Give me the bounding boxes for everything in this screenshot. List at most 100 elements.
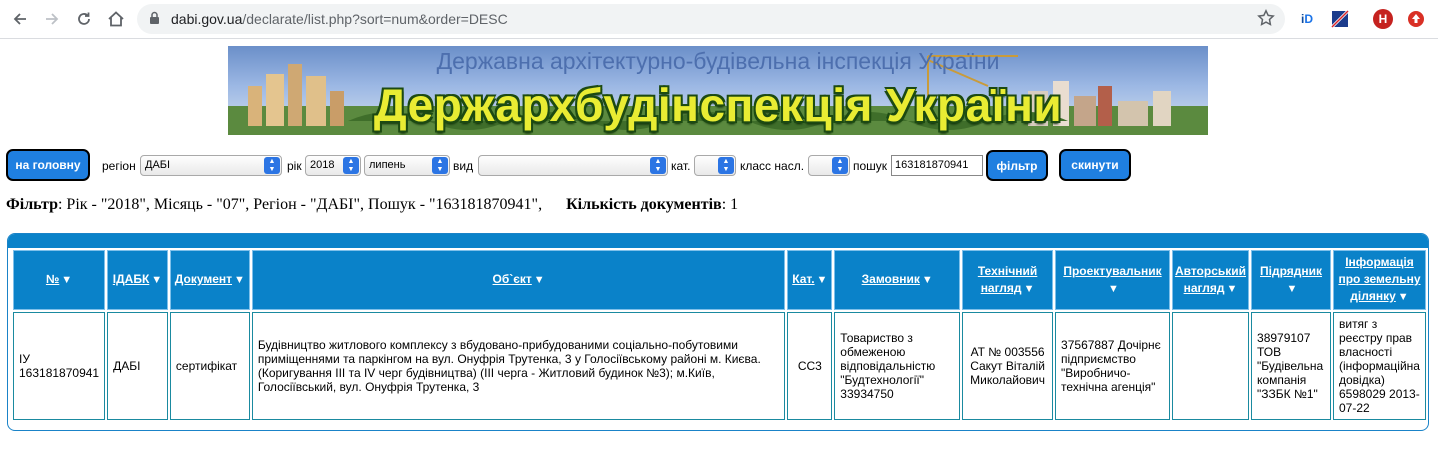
- results-table-container: № ▼ ІДАБК ▼ Документ ▼ Об`єкт ▼ Кат. ▼ Замовн…: [7, 233, 1429, 431]
- table-top-bar: [8, 234, 1428, 248]
- column-header-tech-supervision[interactable]: Технічний нагляд ▼: [962, 250, 1054, 310]
- sort-arrow-icon: ▼: [1108, 282, 1119, 295]
- column-header-customer[interactable]: Замовник ▼: [834, 250, 961, 310]
- arrow-right-icon: [46, 13, 59, 25]
- url-host: dabi.gov.ua: [171, 11, 243, 27]
- header-label: нагляд: [1183, 280, 1225, 295]
- region-select[interactable]: ДАБІ ▲ ▼: [140, 155, 282, 176]
- sort-arrow-icon: ▼: [1286, 282, 1298, 295]
- header-label: Інформація: [1345, 255, 1414, 269]
- select-arrow-icon: ▲ ▼: [432, 157, 448, 174]
- address-bar[interactable]: dabi.gov.ua/declarate/list.php?sort=num&…: [137, 4, 1285, 34]
- extension-upload-icon[interactable]: [1406, 9, 1426, 29]
- header-label: Документ: [174, 272, 233, 286]
- cell-author-supervision: [1171, 312, 1250, 420]
- site-banner: Державна архітектурно-будівельна інспекц…: [228, 46, 1208, 135]
- month-select[interactable]: липень ▲ ▼: [364, 155, 450, 176]
- header-label: Кат.: [792, 272, 815, 286]
- column-header-document[interactable]: Документ ▼: [169, 250, 250, 310]
- banner-subtitle: Державна архітектурно-будівельна інспекц…: [436, 48, 1000, 74]
- reload-button[interactable]: [71, 6, 97, 32]
- search-label: пошук: [853, 159, 888, 173]
- select-arrow-icon: ▲ ▼: [264, 157, 280, 174]
- header-label: Авторський: [1174, 263, 1247, 278]
- home-button[interactable]: [103, 6, 129, 32]
- column-header-designer[interactable]: Проектувальник ▼: [1055, 250, 1170, 310]
- sort-arrow-icon: ▼: [533, 274, 545, 286]
- region-value: ДАБІ: [145, 159, 171, 171]
- sort-arrow-icon: ▼: [1397, 291, 1409, 303]
- cell-idabk: ДАБІ: [107, 312, 168, 420]
- class-label: класс насл.: [740, 159, 805, 173]
- banner-title: Держархбудінспекція України: [373, 79, 1063, 131]
- filter-button[interactable]: фільтр: [986, 150, 1048, 181]
- home-icon: [108, 11, 124, 27]
- select-arrow-icon: ▲ ▼: [718, 157, 734, 174]
- column-header-object[interactable]: Об`єкт ▼: [251, 250, 786, 310]
- cell-tech-supervision: АТ № 003556 Сакут Віталій Миколайович: [962, 312, 1054, 420]
- year-label: рік: [287, 159, 302, 173]
- extension-flag-icon[interactable]: [1330, 9, 1350, 29]
- filter-summary: Фільтр: Рік - "2018", Місяць - "07", Рег…: [6, 196, 738, 214]
- header-label: №: [45, 272, 60, 286]
- cell-category: СС3: [787, 312, 833, 420]
- cell-num: ІУ 163181870941: [13, 312, 106, 420]
- header-label: ІДАБК: [112, 272, 150, 286]
- type-label: вид: [453, 159, 474, 173]
- sort-arrow-icon: ▼: [921, 274, 933, 286]
- cell-land-info: витяг з реєстру прав власності (інформац…: [1332, 312, 1426, 420]
- class-select[interactable]: ▲ ▼: [808, 155, 850, 176]
- header-label: Технічний: [977, 263, 1038, 278]
- table-row: ІУ 163181870941 ДАБІ сертифікат Будівниц…: [13, 312, 1426, 420]
- select-arrow-icon: ▲ ▼: [832, 157, 848, 174]
- search-input[interactable]: 163181870941: [891, 155, 983, 176]
- back-button[interactable]: [7, 6, 33, 32]
- select-arrow-icon: ▲ ▼: [343, 157, 359, 174]
- home-page-button[interactable]: на головну: [6, 149, 90, 181]
- browser-toolbar: dabi.gov.ua/declarate/list.php?sort=num&…: [0, 0, 1438, 39]
- filter-summary-text: : Рік - "2018", Місяць - "07", Регіон - …: [57, 196, 543, 213]
- document-count-value: : 1: [721, 196, 739, 213]
- category-select[interactable]: ▲ ▼: [694, 155, 736, 176]
- sort-arrow-icon: ▼: [816, 274, 828, 286]
- column-header-author-supervision[interactable]: Авторський нагляд ▼: [1171, 250, 1250, 310]
- results-table: № ▼ ІДАБК ▼ Документ ▼ Об`єкт ▼ Кат. ▼ Замовн…: [11, 248, 1428, 422]
- header-label: Об`єкт: [492, 272, 532, 286]
- sort-arrow-icon: ▼: [234, 274, 245, 286]
- extension-id-icon[interactable]: iD: [1297, 9, 1317, 29]
- header-label: нагляд: [980, 280, 1022, 295]
- column-header-category[interactable]: Кат. ▼: [787, 250, 833, 310]
- header-label: Замовник: [861, 272, 920, 286]
- select-arrow-icon: ▲ ▼: [650, 157, 666, 174]
- forward-button[interactable]: [39, 6, 65, 32]
- column-header-num[interactable]: № ▼: [13, 250, 106, 310]
- region-label: регіон: [102, 159, 136, 173]
- arrow-left-icon: [13, 13, 26, 25]
- header-label: Проектувальник: [1063, 263, 1162, 278]
- filter-bar: на головну регіон ДАБІ ▲ ▼ рік 2018 ▲ ▼ ли…: [6, 149, 1436, 183]
- reset-button[interactable]: скинути: [1059, 149, 1131, 181]
- column-header-contractor[interactable]: Підрядник ▼: [1251, 250, 1331, 310]
- header-label: про земельну: [1338, 272, 1421, 286]
- year-value: 2018: [310, 159, 335, 171]
- filter-summary-label: Фільтр: [6, 196, 58, 213]
- sort-arrow-icon: ▼: [1226, 282, 1238, 295]
- sort-arrow-icon: ▼: [151, 274, 163, 286]
- category-label: кат.: [671, 159, 691, 173]
- year-select[interactable]: 2018 ▲ ▼: [305, 155, 361, 176]
- sort-arrow-icon: ▼: [61, 274, 73, 286]
- url-path: /declarate/list.php?sort=num&order=DESC: [242, 11, 508, 27]
- type-select[interactable]: ▲ ▼: [478, 155, 668, 176]
- column-header-land-info[interactable]: Інформація про земельну ділянку ▼: [1332, 250, 1426, 310]
- column-header-idabk[interactable]: ІДАБК ▼: [107, 250, 168, 310]
- header-label: ділянку: [1350, 289, 1396, 303]
- header-label: Підрядник: [1260, 263, 1322, 278]
- cell-designer: 37567887 Дочірнє підприємство "Виробничо…: [1055, 312, 1170, 420]
- cell-document: сертифікат: [169, 312, 250, 420]
- month-value: липень: [369, 159, 406, 171]
- profile-avatar[interactable]: H: [1373, 9, 1393, 29]
- sort-arrow-icon: ▼: [1023, 282, 1035, 295]
- lock-icon: [150, 11, 159, 24]
- cell-contractor: 38979107 ТОВ "Будівельна компанія "ЗЗБК …: [1251, 312, 1331, 420]
- bookmark-star-icon[interactable]: [1257, 9, 1275, 27]
